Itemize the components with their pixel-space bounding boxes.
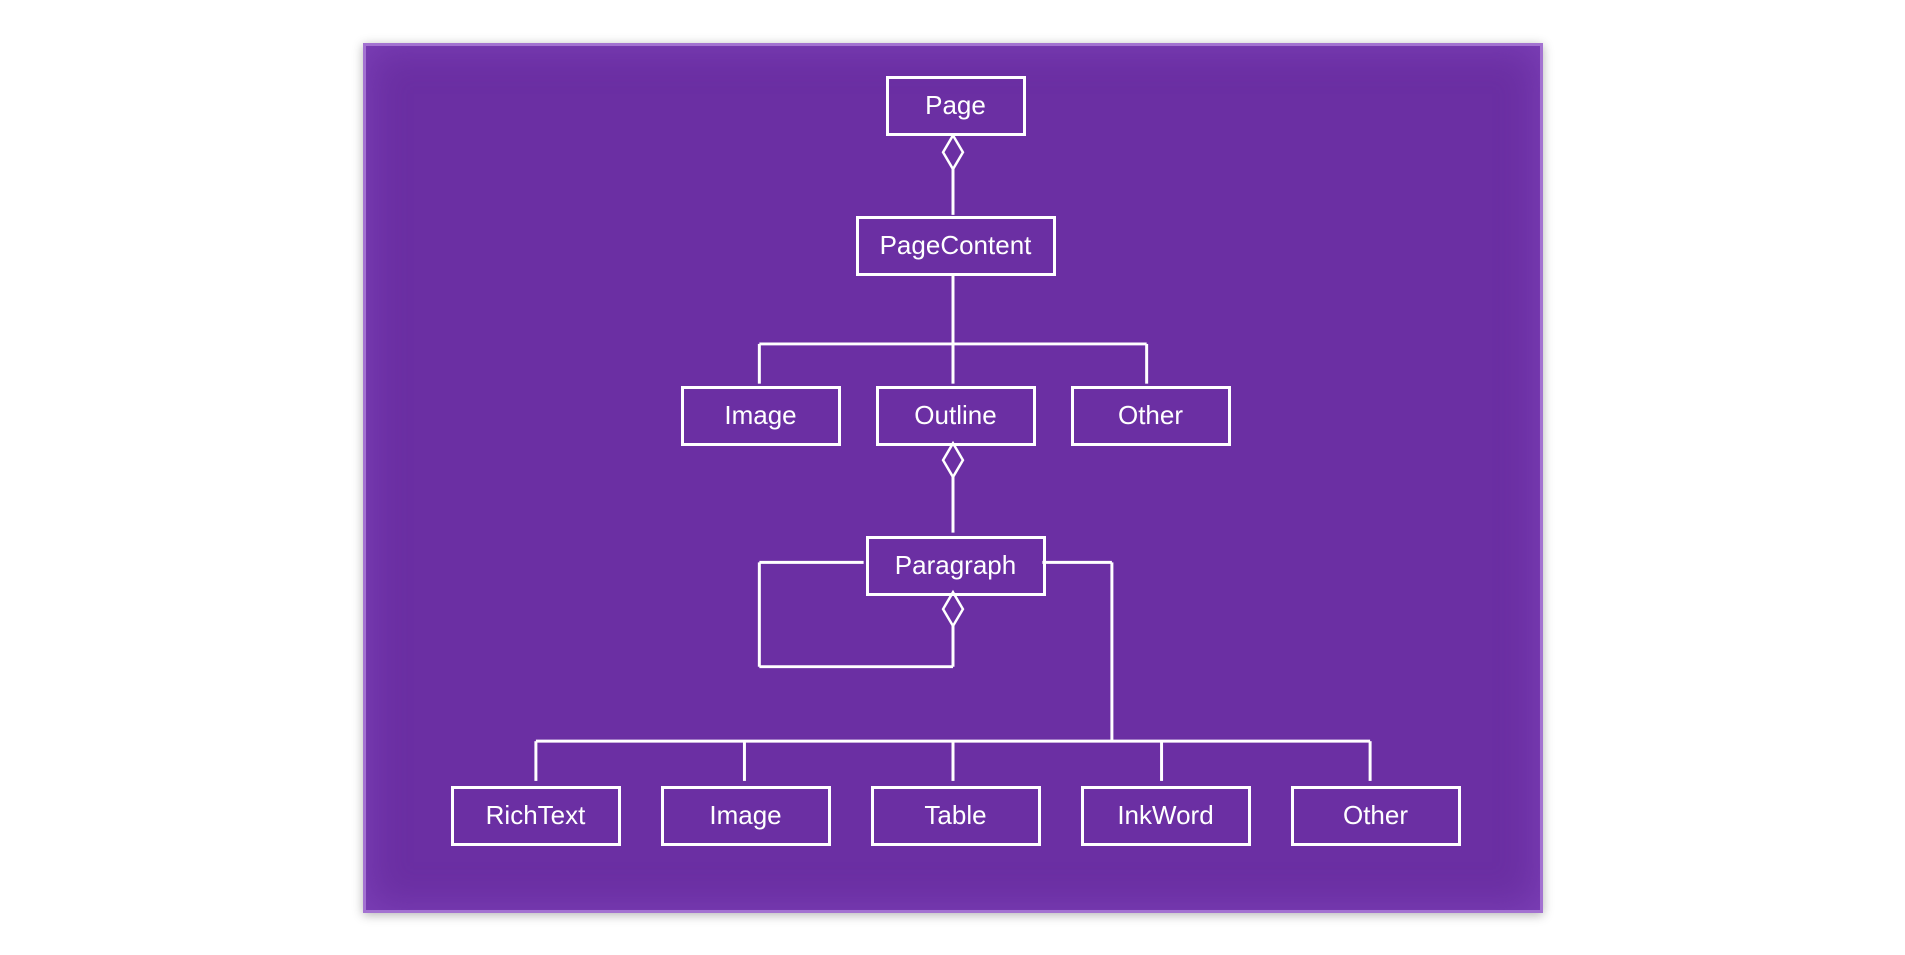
node-image-1: Image: [681, 386, 841, 446]
node-image-2: Image: [661, 786, 831, 846]
node-rich-text: RichText: [451, 786, 621, 846]
node-page-content: PageContent: [856, 216, 1056, 276]
node-ink-word: InkWord: [1081, 786, 1251, 846]
connector-lines: [366, 46, 1540, 910]
node-table: Table: [871, 786, 1041, 846]
node-page: Page: [886, 76, 1026, 136]
node-other-2: Other: [1291, 786, 1461, 846]
diagram-frame: Page PageContent Image Outline Other Par…: [363, 43, 1543, 913]
node-other-1: Other: [1071, 386, 1231, 446]
node-outline: Outline: [876, 386, 1036, 446]
node-paragraph: Paragraph: [866, 536, 1046, 596]
